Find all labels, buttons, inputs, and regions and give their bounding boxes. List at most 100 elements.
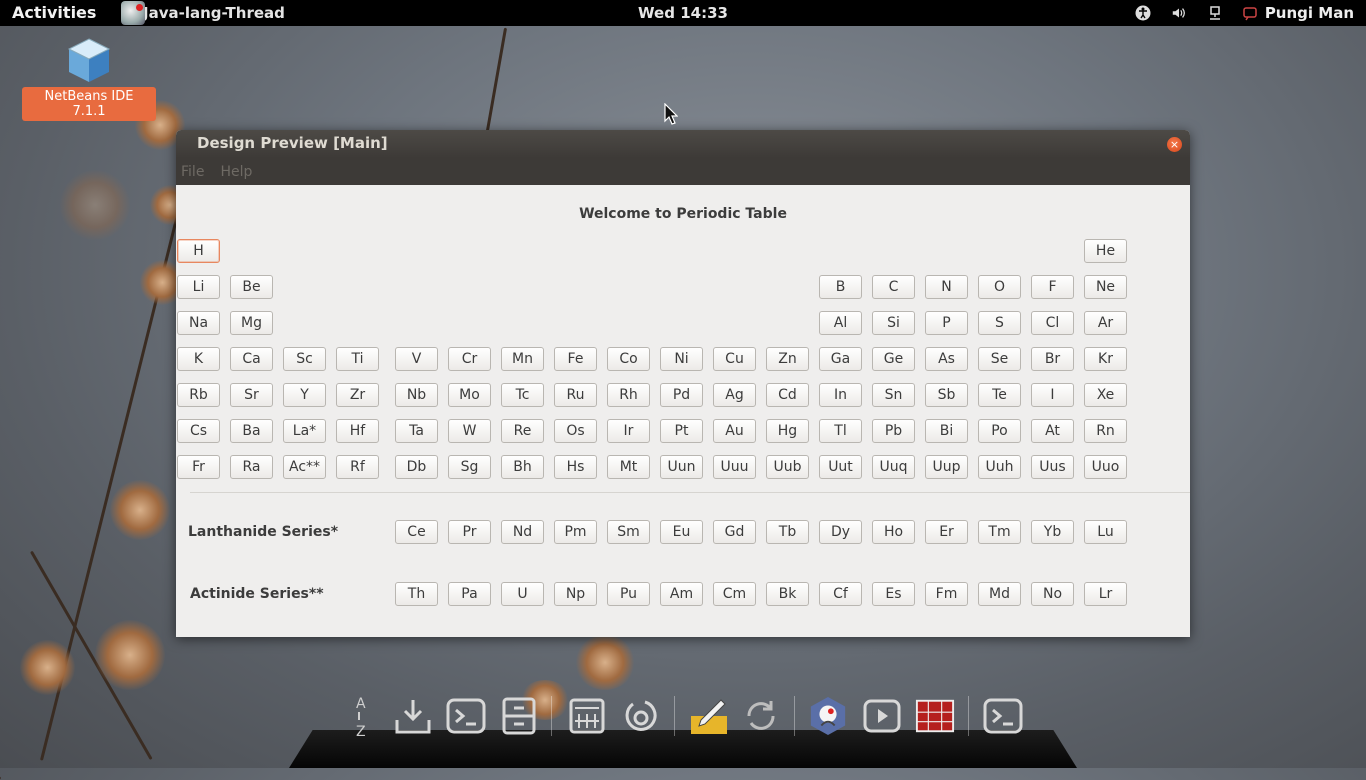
- element-button-cl[interactable]: Cl: [1031, 311, 1074, 335]
- text-editor-az-icon[interactable]: AZ: [341, 694, 381, 738]
- element-button-sc[interactable]: Sc: [283, 347, 326, 371]
- element-button-br[interactable]: Br: [1031, 347, 1074, 371]
- element-button-pm[interactable]: Pm: [554, 520, 597, 544]
- element-button-uub[interactable]: Uub: [766, 455, 809, 479]
- element-button-bk[interactable]: Bk: [766, 582, 809, 606]
- element-button-pd[interactable]: Pd: [660, 383, 703, 407]
- element-button-sr[interactable]: Sr: [230, 383, 273, 407]
- element-button-ta[interactable]: Ta: [395, 419, 438, 443]
- element-button-no[interactable]: No: [1031, 582, 1074, 606]
- element-button-ce[interactable]: Ce: [395, 520, 438, 544]
- element-button-pa[interactable]: Pa: [448, 582, 491, 606]
- element-button-ti[interactable]: Ti: [336, 347, 379, 371]
- element-button-zn[interactable]: Zn: [766, 347, 809, 371]
- element-button-al[interactable]: Al: [819, 311, 862, 335]
- menu-help[interactable]: Help: [220, 164, 252, 180]
- element-button-md[interactable]: Md: [978, 582, 1021, 606]
- element-button-in[interactable]: In: [819, 383, 862, 407]
- download-icon[interactable]: [393, 694, 433, 738]
- element-button-si[interactable]: Si: [872, 311, 915, 335]
- element-button-uun[interactable]: Uun: [660, 455, 703, 479]
- clock[interactable]: Wed 14:33: [638, 4, 728, 22]
- element-button-w[interactable]: W: [448, 419, 491, 443]
- terminal-icon[interactable]: [446, 694, 486, 738]
- element-button-rn[interactable]: Rn: [1084, 419, 1127, 443]
- element-button-se[interactable]: Se: [978, 347, 1021, 371]
- element-button-hs[interactable]: Hs: [554, 455, 597, 479]
- element-button-c[interactable]: C: [872, 275, 915, 299]
- element-button-na[interactable]: Na: [177, 311, 220, 335]
- element-button-k[interactable]: K: [177, 347, 220, 371]
- refresh-icon[interactable]: [621, 694, 661, 738]
- element-button-ir[interactable]: Ir: [607, 419, 650, 443]
- element-button-uuo[interactable]: Uuo: [1084, 455, 1127, 479]
- element-button-h[interactable]: H: [177, 239, 220, 263]
- element-button-kr[interactable]: Kr: [1084, 347, 1127, 371]
- element-button-s[interactable]: S: [978, 311, 1021, 335]
- element-button-mg[interactable]: Mg: [230, 311, 273, 335]
- element-button-ga[interactable]: Ga: [819, 347, 862, 371]
- accessibility-icon[interactable]: [1135, 5, 1151, 21]
- element-button-sn[interactable]: Sn: [872, 383, 915, 407]
- element-button-np[interactable]: Np: [554, 582, 597, 606]
- element-button-pb[interactable]: Pb: [872, 419, 915, 443]
- element-button-zr[interactable]: Zr: [336, 383, 379, 407]
- element-button-cs[interactable]: Cs: [177, 419, 220, 443]
- element-button-tb[interactable]: Tb: [766, 520, 809, 544]
- element-button-er[interactable]: Er: [925, 520, 968, 544]
- element-button-mt[interactable]: Mt: [607, 455, 650, 479]
- element-button-as[interactable]: As: [925, 347, 968, 371]
- element-button-es[interactable]: Es: [872, 582, 915, 606]
- element-button-ra[interactable]: Ra: [230, 455, 273, 479]
- element-button-lu[interactable]: Lu: [1084, 520, 1127, 544]
- element-button-y[interactable]: Y: [283, 383, 326, 407]
- element-button-os[interactable]: Os: [554, 419, 597, 443]
- element-button-fe[interactable]: Fe: [554, 347, 597, 371]
- element-button-rf[interactable]: Rf: [336, 455, 379, 479]
- element-button-v[interactable]: V: [395, 347, 438, 371]
- element-button-f[interactable]: F: [1031, 275, 1074, 299]
- element-button-hf[interactable]: Hf: [336, 419, 379, 443]
- element-button-gd[interactable]: Gd: [713, 520, 756, 544]
- element-button-ar[interactable]: Ar: [1084, 311, 1127, 335]
- element-button-xe[interactable]: Xe: [1084, 383, 1127, 407]
- element-button-hg[interactable]: Hg: [766, 419, 809, 443]
- element-button-mn[interactable]: Mn: [501, 347, 544, 371]
- element-button-i[interactable]: I: [1031, 383, 1074, 407]
- element-button-uut[interactable]: Uut: [819, 455, 862, 479]
- element-button-o[interactable]: O: [978, 275, 1021, 299]
- element-button-ho[interactable]: Ho: [872, 520, 915, 544]
- java-app-icon[interactable]: [808, 694, 848, 738]
- element-button-rb[interactable]: Rb: [177, 383, 220, 407]
- element-button-mo[interactable]: Mo: [448, 383, 491, 407]
- element-button-uuu[interactable]: Uuu: [713, 455, 756, 479]
- element-button-ba[interactable]: Ba: [230, 419, 273, 443]
- user-menu[interactable]: Pungi Man: [1243, 4, 1354, 22]
- menu-file[interactable]: File: [181, 164, 204, 180]
- element-button-ni[interactable]: Ni: [660, 347, 703, 371]
- element-button-ge[interactable]: Ge: [872, 347, 915, 371]
- element-button-cu[interactable]: Cu: [713, 347, 756, 371]
- element-button-pt[interactable]: Pt: [660, 419, 703, 443]
- element-button-ac[interactable]: Ac**: [283, 455, 326, 479]
- element-button-po[interactable]: Po: [978, 419, 1021, 443]
- activities-button[interactable]: Activities: [12, 3, 96, 22]
- terminal-icon-2[interactable]: [983, 694, 1023, 738]
- element-button-te[interactable]: Te: [978, 383, 1021, 407]
- notes-pencil-icon[interactable]: [689, 694, 729, 738]
- close-icon[interactable]: ×: [1167, 137, 1182, 152]
- element-button-uuq[interactable]: Uuq: [872, 455, 915, 479]
- element-button-pu[interactable]: Pu: [607, 582, 650, 606]
- desktop-icon-netbeans[interactable]: NetBeans IDE 7.1.1: [22, 36, 156, 121]
- element-button-la[interactable]: La*: [283, 419, 326, 443]
- app-menu[interactable]: Java-lang-Thread: [121, 0, 285, 26]
- element-button-sm[interactable]: Sm: [607, 520, 650, 544]
- element-button-rh[interactable]: Rh: [607, 383, 650, 407]
- element-button-li[interactable]: Li: [177, 275, 220, 299]
- element-button-sg[interactable]: Sg: [448, 455, 491, 479]
- element-button-b[interactable]: B: [819, 275, 862, 299]
- element-button-n[interactable]: N: [925, 275, 968, 299]
- element-button-ne[interactable]: Ne: [1084, 275, 1127, 299]
- file-manager-icon[interactable]: [499, 694, 539, 738]
- element-button-ru[interactable]: Ru: [554, 383, 597, 407]
